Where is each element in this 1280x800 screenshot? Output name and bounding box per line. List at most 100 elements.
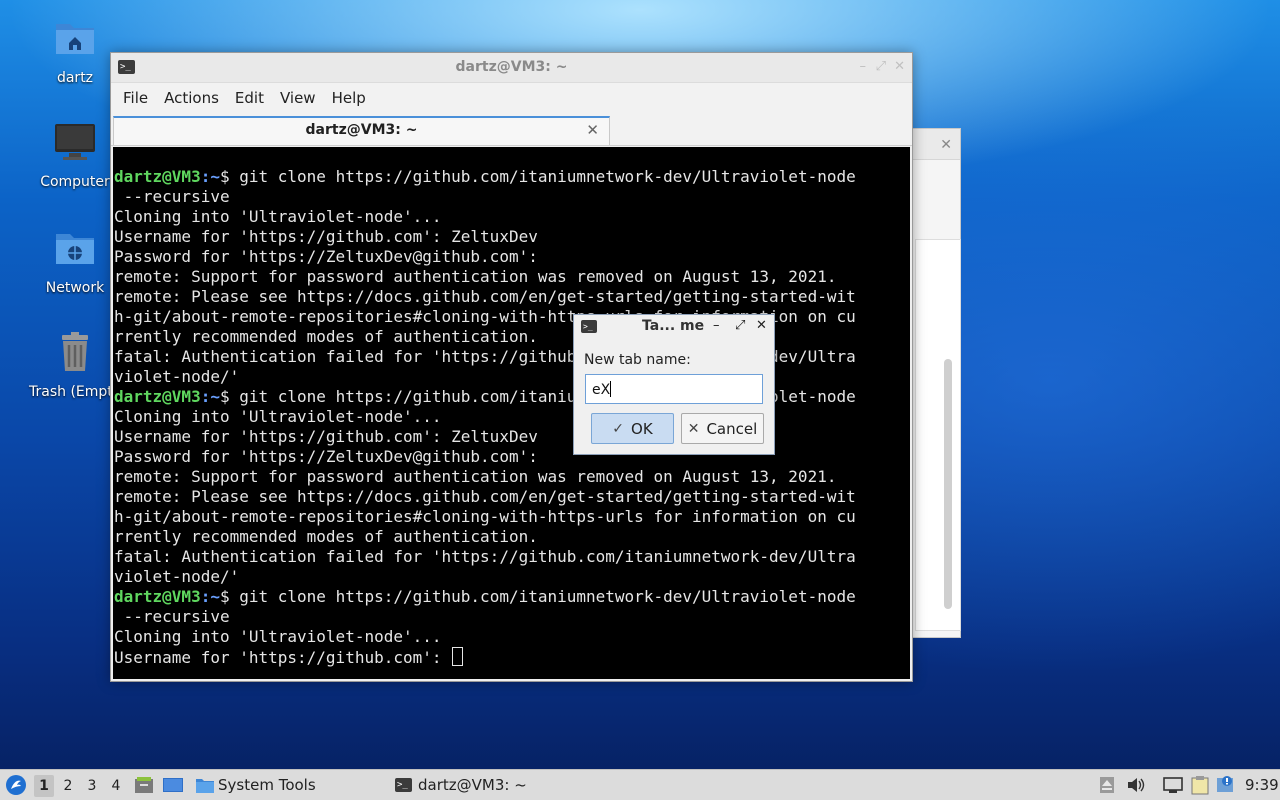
prompt-user: dartz@VM3 <box>114 387 201 406</box>
clock[interactable]: 9:39 <box>1245 770 1279 800</box>
dialog-label: New tab name: <box>584 352 691 368</box>
line-text: Cloning into 'Ultraviolet-node'... <box>114 407 442 426</box>
tray-network[interactable] <box>1162 770 1184 800</box>
text-caret <box>610 381 612 397</box>
workspace-1[interactable]: 1 <box>34 775 54 797</box>
line-text: remote: Please see https://docs.github.c… <box>114 487 856 506</box>
tray-clipboard[interactable] <box>1190 770 1210 800</box>
minimize-icon[interactable]: – <box>860 59 867 74</box>
background-window-content <box>915 239 961 631</box>
menu-file[interactable]: File <box>115 89 156 107</box>
terminal-output-line: --recursive <box>114 187 856 207</box>
show-desktop-icon <box>163 778 183 792</box>
scrollbar[interactable] <box>944 359 952 609</box>
tab-name-input[interactable]: eX <box>585 374 763 404</box>
line-text: git clone https://github.com/itaniumnetw… <box>239 587 856 606</box>
rename-tab-dialog: >_ Ta... me – ⤢ ✕ New tab name: eX ✓ OK … <box>573 314 775 455</box>
line-text: Username for 'https://github.com': Zeltu… <box>114 227 538 246</box>
prompt-sign: $ <box>219 167 240 186</box>
terminal-output-line: Username for 'https://github.com': Zeltu… <box>114 227 856 247</box>
terminal-output[interactable]: dartz@VM3:~$ git clone https://github.co… <box>113 147 910 679</box>
taskbar-system-tools-label: System Tools <box>218 776 316 794</box>
prompt-sign: $ <box>219 387 240 406</box>
terminal-output-line: rrently recommended modes of authenticat… <box>114 527 856 547</box>
tab-name-value: eX <box>592 382 611 398</box>
close-icon[interactable]: ✕ <box>940 137 952 153</box>
taskbar-system-tools[interactable]: System Tools <box>195 770 316 800</box>
desktop-icon-label: Network <box>45 280 105 296</box>
line-text: --recursive <box>114 607 230 626</box>
line-text: Username for 'https://github.com': <box>114 648 452 667</box>
tray-eject[interactable] <box>1099 770 1115 800</box>
line-text: Cloning into 'Ultraviolet-node'... <box>114 627 442 646</box>
close-icon[interactable]: ✕ <box>756 318 767 333</box>
window-title: dartz@VM3: ~ <box>455 59 568 75</box>
workspace-4[interactable]: 4 <box>106 775 126 797</box>
volume-icon <box>1128 778 1145 792</box>
taskbar-task-label: dartz@VM3: ~ <box>418 776 527 794</box>
cancel-button[interactable]: ✕ Cancel <box>681 413 764 444</box>
line-text: Password for 'https://ZeltuxDev@github.c… <box>114 247 538 266</box>
terminal-output-line: Cloning into 'Ultraviolet-node'... <box>114 207 856 227</box>
line-text: violet-node/' <box>114 567 240 586</box>
close-icon[interactable]: ✕ <box>586 121 599 139</box>
maximize-icon[interactable]: ⤢ <box>876 59 886 74</box>
tab-terminal[interactable]: dartz@VM3: ~ ✕ <box>113 116 610 145</box>
clipboard-icon <box>1191 776 1209 795</box>
app-menu-icon <box>6 775 26 795</box>
desktop-icon-label: dartz <box>56 70 94 86</box>
background-window-titlebar[interactable]: ✕ <box>913 129 960 160</box>
desktop-icon-trash[interactable]: Trash (Empty) <box>27 330 127 400</box>
trash-icon <box>62 332 88 371</box>
terminal-output-line: Cloning into 'Ultraviolet-node'... <box>114 627 856 647</box>
terminal-output-line: Username for 'https://github.com': <box>114 647 856 667</box>
terminal-cursor <box>452 647 464 666</box>
desktop-icon-network[interactable]: Network <box>27 226 123 296</box>
prompt-user: dartz@VM3 <box>114 587 201 606</box>
folder-icon <box>196 779 214 793</box>
line-text: Password for 'https://ZeltuxDev@github.c… <box>114 447 538 466</box>
close-icon[interactable]: ✕ <box>894 59 905 74</box>
tray-volume[interactable] <box>1126 770 1146 800</box>
terminal-output-line: Password for 'https://ZeltuxDev@github.c… <box>114 247 856 267</box>
computer-icon <box>55 124 95 160</box>
eject-icon <box>1100 777 1114 793</box>
menu-actions[interactable]: Actions <box>156 89 227 107</box>
prompt-path: :~ <box>200 167 220 186</box>
desktop-icon-label: Trash (Empty) <box>29 384 127 400</box>
file-manager-launcher[interactable] <box>134 770 154 800</box>
terminal-output-line: fatal: Authentication failed for 'https:… <box>114 547 856 567</box>
tab-label: dartz@VM3: ~ <box>305 122 418 138</box>
desktop-icon-home[interactable]: dartz <box>27 16 123 86</box>
menu-edit[interactable]: Edit <box>227 89 272 107</box>
dialog-titlebar[interactable]: >_ Ta... me – ⤢ ✕ <box>574 315 774 339</box>
prompt-path: :~ <box>200 387 220 406</box>
workspace-2[interactable]: 2 <box>58 775 78 797</box>
desktop-launcher[interactable] <box>162 770 184 800</box>
dialog-title: Ta... me <box>642 318 705 334</box>
ok-button-label: OK <box>631 419 653 438</box>
line-text: violet-node/' <box>114 367 240 386</box>
close-icon: ✕ <box>687 420 700 437</box>
minimize-icon[interactable]: – <box>713 318 720 333</box>
terminal-output-line: remote: Please see https://docs.github.c… <box>114 487 856 507</box>
line-text: git clone https://github.com/itaniumnetw… <box>239 167 856 186</box>
ok-button[interactable]: ✓ OK <box>591 413 674 444</box>
desktop-icon-label: Computer <box>40 174 110 190</box>
background-window[interactable]: ✕ <box>912 128 961 638</box>
menu-help[interactable]: Help <box>324 89 374 107</box>
maximize-icon[interactable]: ⤢ <box>735 318 745 333</box>
desktop-icon-computer[interactable]: Computer <box>27 120 123 190</box>
terminal-command-line: dartz@VM3:~$ git clone https://github.co… <box>114 167 856 187</box>
start-menu-button[interactable] <box>5 770 27 800</box>
terminal-icon: >_ <box>395 778 412 792</box>
network-folder-icon <box>56 234 94 264</box>
tray-notification[interactable] <box>1216 770 1236 800</box>
window-titlebar[interactable]: >_ dartz@VM3: ~ – ⤢ ✕ <box>111 53 912 83</box>
terminal-output-line: violet-node/' <box>114 567 856 587</box>
cancel-button-label: Cancel <box>706 419 758 438</box>
workspace-3[interactable]: 3 <box>82 775 102 797</box>
taskbar-terminal-task[interactable]: >_ dartz@VM3: ~ <box>395 770 527 800</box>
terminal-output-line: remote: Support for password authenticat… <box>114 267 856 287</box>
menu-view[interactable]: View <box>272 89 324 107</box>
